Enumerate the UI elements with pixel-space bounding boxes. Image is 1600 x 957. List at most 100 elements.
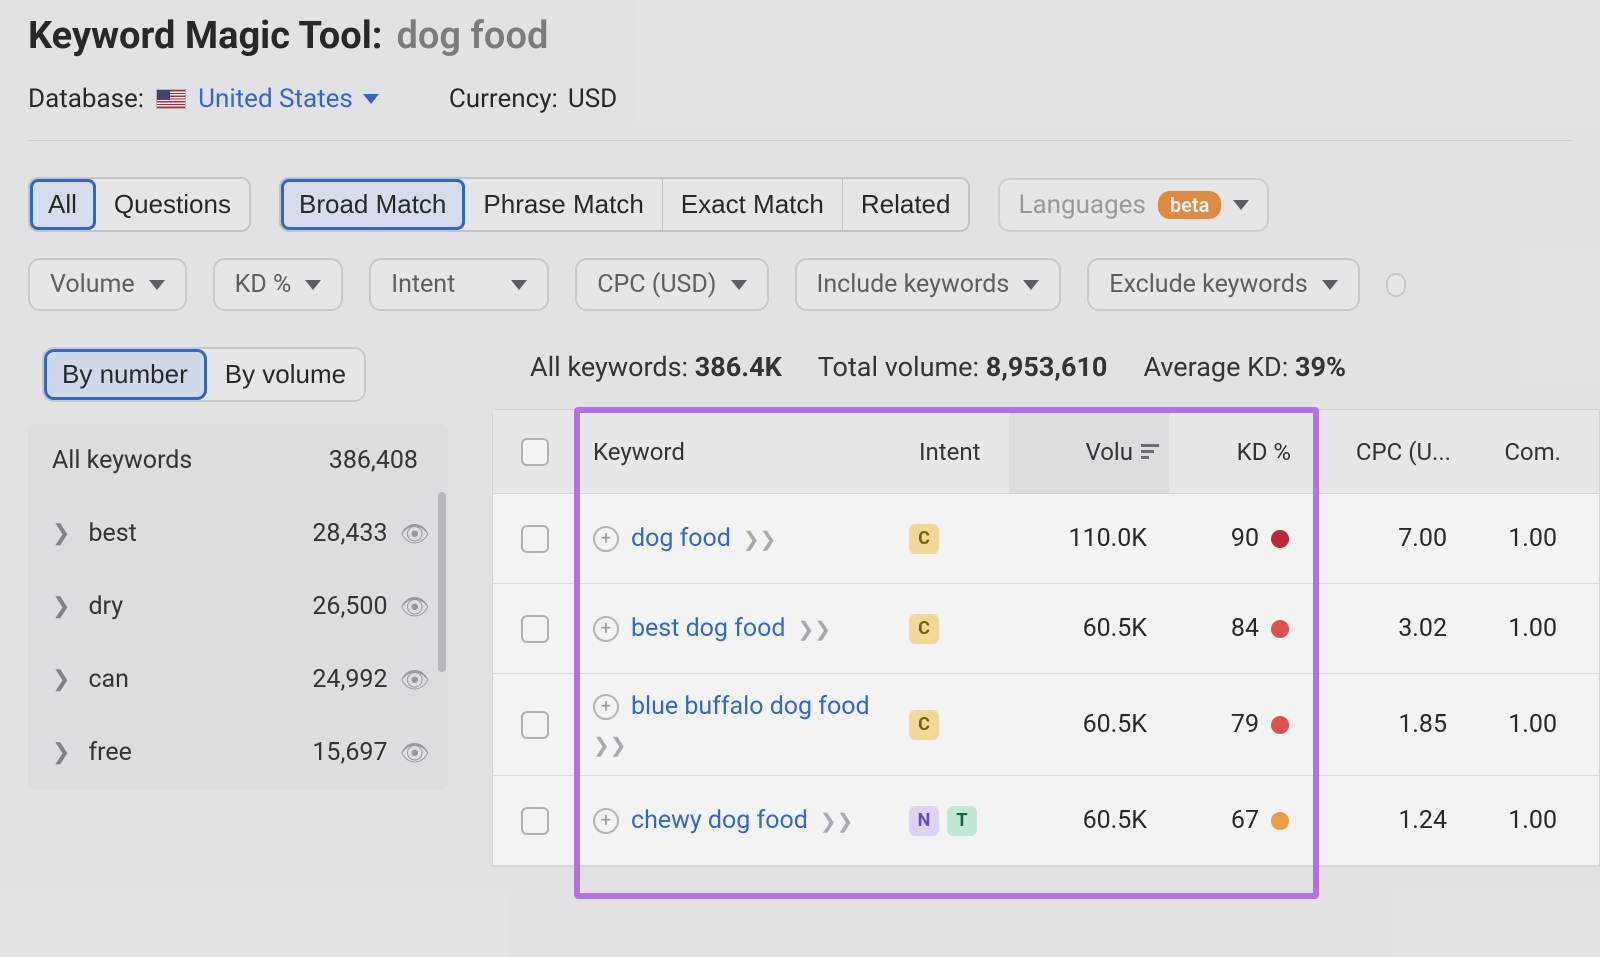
- group-label: best: [88, 519, 312, 548]
- keyword-cell[interactable]: + chewy dog food ❯❯: [577, 788, 909, 853]
- volume-cell: 60.5K: [1009, 614, 1169, 643]
- double-chevron-icon: ❯❯: [797, 617, 831, 641]
- intent-badge-c: C: [909, 524, 939, 554]
- chevron-down-icon: [1023, 280, 1039, 290]
- volume-cell: 110.0K: [1009, 524, 1169, 553]
- keyword-link[interactable]: chewy dog food: [631, 806, 808, 835]
- double-chevron-icon: ❯❯: [743, 527, 777, 551]
- col-keyword[interactable]: Keyword: [577, 438, 909, 466]
- currency-value: USD: [568, 84, 617, 114]
- keyword-cell[interactable]: + blue buffalo dog food❯❯: [577, 674, 909, 775]
- eye-icon[interactable]: 👁: [400, 739, 430, 767]
- database-select[interactable]: Database: United States: [28, 84, 379, 114]
- languages-dropdown[interactable]: Languages beta: [998, 178, 1269, 232]
- col-volume[interactable]: Volu: [1009, 410, 1169, 493]
- group-count: 15,697: [312, 738, 387, 767]
- match-tab-group: Broad Match Phrase Match Exact Match Rel…: [279, 177, 971, 232]
- chevron-down-icon: [149, 280, 165, 290]
- currency-display: Currency: USD: [449, 84, 617, 114]
- filter-more[interactable]: [1386, 273, 1406, 297]
- currency-label: Currency:: [449, 84, 558, 114]
- tab-related[interactable]: Related: [843, 179, 969, 230]
- searched-keyword: dog food: [396, 14, 548, 58]
- volume-cell: 60.5K: [1009, 710, 1169, 739]
- filter-intent[interactable]: Intent: [369, 258, 549, 311]
- cpc-cell: 7.00: [1309, 524, 1469, 553]
- results-summary: All keywords: 386.4K Total volume: 8,953…: [492, 347, 1600, 409]
- kd-cell: 84: [1169, 614, 1309, 643]
- beta-badge: beta: [1158, 191, 1221, 219]
- eye-icon[interactable]: 👁: [400, 666, 430, 694]
- filter-volume[interactable]: Volume: [28, 258, 187, 311]
- sidebar-group-item[interactable]: ❯can24,992👁: [28, 643, 448, 716]
- keyword-link[interactable]: blue buffalo dog food: [631, 692, 870, 721]
- group-count: 24,992: [312, 665, 387, 694]
- type-tab-group: All Questions: [28, 177, 251, 232]
- col-volume-label: Volu: [1086, 438, 1134, 466]
- table-row: +chewy dog food❯❯NT60.5K671.241.00: [493, 776, 1599, 866]
- intent-cell: C: [909, 524, 1009, 554]
- row-checkbox[interactable]: [521, 525, 549, 553]
- tab-phrase-match[interactable]: Phrase Match: [465, 179, 662, 230]
- eye-icon[interactable]: 👁: [400, 593, 430, 621]
- add-keyword-icon[interactable]: +: [593, 526, 619, 552]
- chevron-down-icon: [363, 94, 379, 104]
- table-row: +blue buffalo dog food❯❯C60.5K791.851.00: [493, 674, 1599, 776]
- sidebar-tab-by-number[interactable]: By number: [44, 349, 207, 400]
- kd-value: 84: [1231, 614, 1259, 643]
- tab-all[interactable]: All: [30, 179, 96, 230]
- keyword-cell[interactable]: + best dog food ❯❯: [577, 596, 909, 661]
- sidebar-tab-by-volume[interactable]: By volume: [207, 349, 364, 400]
- keyword-link[interactable]: best dog food: [631, 614, 785, 643]
- filter-cpc[interactable]: CPC (USD): [575, 258, 768, 311]
- sidebar-group-item[interactable]: ❯ free15,697 👁: [28, 716, 448, 789]
- filter-label: Volume: [50, 270, 135, 299]
- col-com[interactable]: Com.: [1469, 438, 1579, 466]
- add-keyword-icon[interactable]: +: [593, 694, 619, 720]
- filter-label: Exclude keywords: [1109, 270, 1308, 299]
- row-checkbox[interactable]: [521, 615, 549, 643]
- double-chevron-icon: ❯❯: [820, 809, 854, 833]
- group-label: dry: [88, 592, 312, 621]
- group-label: free: [88, 738, 312, 767]
- row-checkbox[interactable]: [521, 711, 549, 739]
- kd-difficulty-dot: [1271, 530, 1289, 548]
- filter-label: CPC (USD): [597, 270, 716, 299]
- volume-cell: 60.5K: [1009, 806, 1169, 835]
- kd-value: 90: [1231, 524, 1259, 553]
- kd-cell: 67: [1169, 806, 1309, 835]
- tab-questions[interactable]: Questions: [96, 179, 249, 230]
- keywords-table: Keyword Intent Volu KD % CPC (U... Com. …: [492, 409, 1600, 867]
- add-keyword-icon[interactable]: +: [593, 808, 619, 834]
- sidebar-all-keywords[interactable]: All keywords 386,408: [28, 424, 448, 497]
- tab-exact-match[interactable]: Exact Match: [663, 179, 843, 230]
- col-kd[interactable]: KD %: [1169, 438, 1309, 466]
- filter-kd[interactable]: KD %: [213, 258, 344, 311]
- scrollbar[interactable]: [438, 492, 446, 672]
- keyword-cell[interactable]: + dog food ❯❯: [577, 506, 909, 571]
- double-chevron-icon: ❯❯: [593, 733, 627, 757]
- tab-broad-match[interactable]: Broad Match: [281, 179, 465, 230]
- chevron-right-icon: ❯: [52, 594, 70, 619]
- add-keyword-icon[interactable]: +: [593, 616, 619, 642]
- chevron-down-icon: [1233, 200, 1249, 210]
- sidebar-sort-tabs: By number By volume: [42, 347, 366, 402]
- cpc-cell: 1.24: [1309, 806, 1469, 835]
- sidebar-all-count: 386,408: [329, 446, 418, 475]
- filter-include-keywords[interactable]: Include keywords: [795, 258, 1062, 311]
- col-cpc[interactable]: CPC (U...: [1309, 438, 1469, 466]
- eye-icon[interactable]: 👁: [400, 520, 430, 548]
- kd-value: 79: [1231, 710, 1259, 739]
- keyword-link[interactable]: dog food: [631, 524, 731, 553]
- sidebar-group-item[interactable]: ❯best28,433👁: [28, 497, 448, 570]
- select-all-checkbox[interactable]: [521, 438, 549, 466]
- col-intent[interactable]: Intent: [909, 438, 1009, 466]
- row-checkbox[interactable]: [521, 807, 549, 835]
- group-count: 28,433: [312, 519, 387, 548]
- chevron-right-icon: ❯: [52, 740, 70, 765]
- kd-cell: 90: [1169, 524, 1309, 553]
- sidebar-group-item[interactable]: ❯dry26,500👁: [28, 570, 448, 643]
- filter-exclude-keywords[interactable]: Exclude keywords: [1087, 258, 1360, 311]
- summary-value: 39%: [1295, 351, 1346, 383]
- table-row: +dog food❯❯C110.0K907.001.00: [493, 494, 1599, 584]
